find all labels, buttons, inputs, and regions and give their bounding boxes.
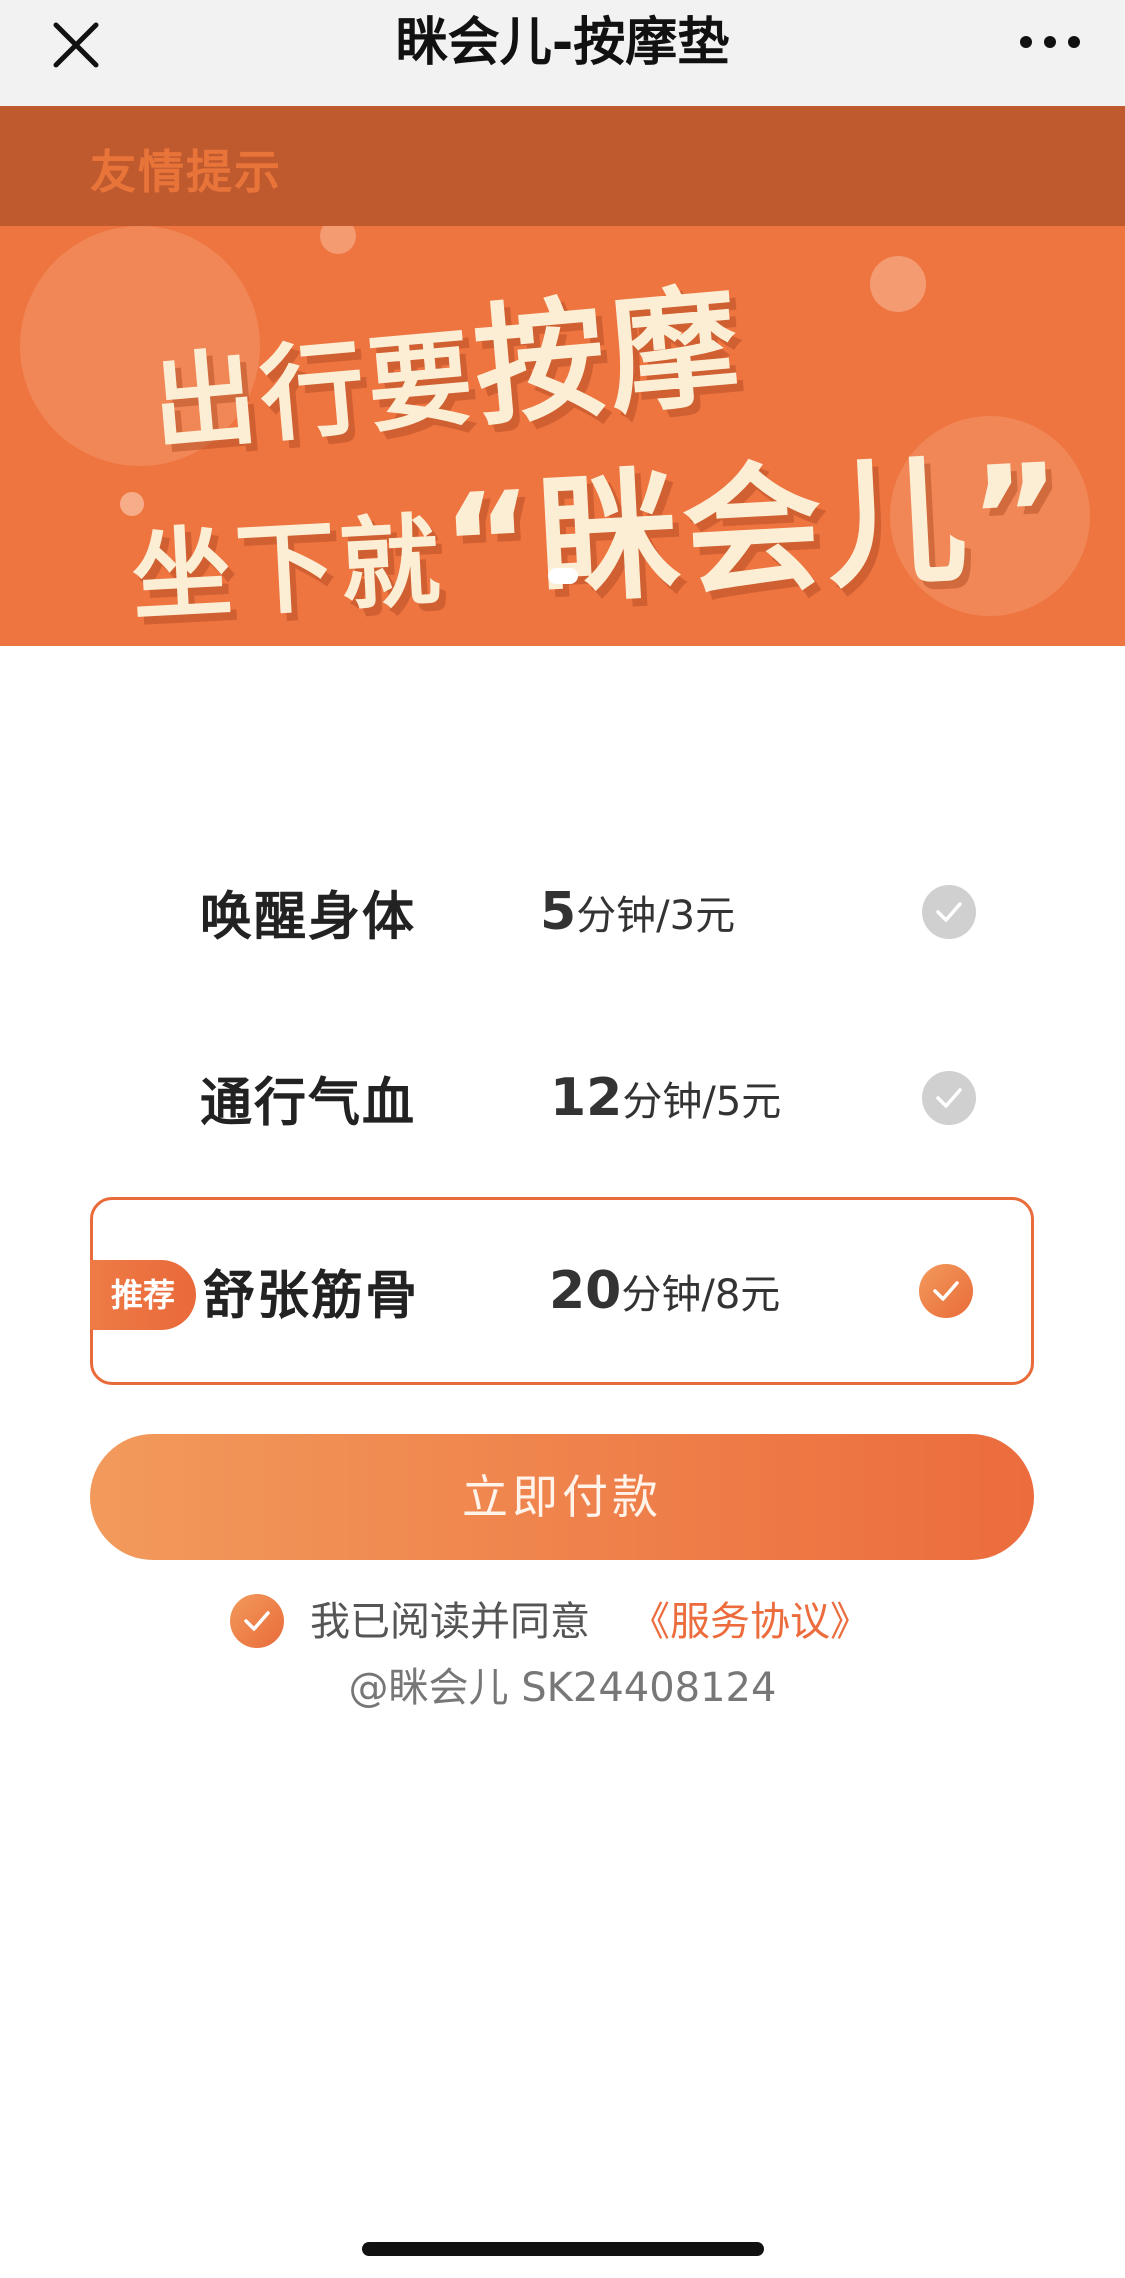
agreement-text: 我已阅读并同意 — [310, 1599, 590, 1645]
service-agreement-link[interactable]: 《服务协议》 — [630, 1594, 870, 1650]
recommend-badge: 推荐 — [90, 1260, 196, 1330]
banner-headline-1b: 按摩 — [468, 269, 749, 445]
option-unit: 分钟/5元 — [622, 1079, 782, 1125]
option-unit: 分钟/3元 — [576, 893, 736, 939]
page-title: 眯会儿-按摩垫 — [395, 13, 730, 73]
page: 眯会儿-按摩垫 友情提示 出行要按摩 坐下就“眯会儿” 唤醒身体 5分钟/3元 … — [0, 0, 1125, 2278]
option-minutes: 12 — [550, 1068, 623, 1128]
option-price: 5分钟/3元 — [540, 882, 735, 942]
check-circle-icon[interactable] — [922, 885, 976, 939]
banner-notice-strip: 友情提示 — [0, 106, 1125, 226]
check-circle-icon[interactable] — [922, 1071, 976, 1125]
banner-headline-2a: 坐下就 — [128, 502, 447, 636]
home-indicator[interactable] — [362, 2242, 764, 2256]
option-price: 20分钟/8元 — [549, 1261, 780, 1321]
option-name: 唤醒身体 — [200, 887, 417, 948]
top-navbar: 眯会儿-按摩垫 — [0, 0, 1125, 106]
option-row-circulation[interactable]: 通行气血 12分钟/5元 — [90, 1004, 1034, 1192]
agreement-checkbox-icon[interactable] — [230, 1594, 284, 1648]
option-price: 12分钟/5元 — [550, 1068, 781, 1128]
option-name: 通行气血 — [200, 1073, 417, 1134]
option-minutes: 5 — [540, 882, 577, 942]
promo-banner[interactable]: 友情提示 出行要按摩 坐下就“眯会儿” — [0, 106, 1125, 646]
check-circle-icon[interactable] — [919, 1264, 973, 1318]
option-name: 舒张筋骨 — [203, 1266, 420, 1327]
banner-notice-text: 友情提示 — [90, 145, 282, 199]
option-minutes: 20 — [549, 1261, 622, 1321]
banner-decor-circle — [870, 256, 926, 312]
banner-headline-2b: “眯会儿” — [438, 433, 1071, 630]
pay-now-button[interactable]: 立即付款 — [90, 1434, 1034, 1560]
option-row-wake-body[interactable]: 唤醒身体 5分钟/3元 — [90, 818, 1034, 1006]
device-id-text: @眯会儿 SK24408124 — [348, 1665, 777, 1711]
more-dots-icon[interactable] — [1014, 22, 1086, 62]
banner-page-indicator[interactable] — [548, 568, 578, 584]
option-unit: 分钟/8元 — [621, 1272, 781, 1318]
option-row-stretch-bones[interactable]: 推荐 舒张筋骨 20分钟/8元 — [90, 1197, 1034, 1385]
